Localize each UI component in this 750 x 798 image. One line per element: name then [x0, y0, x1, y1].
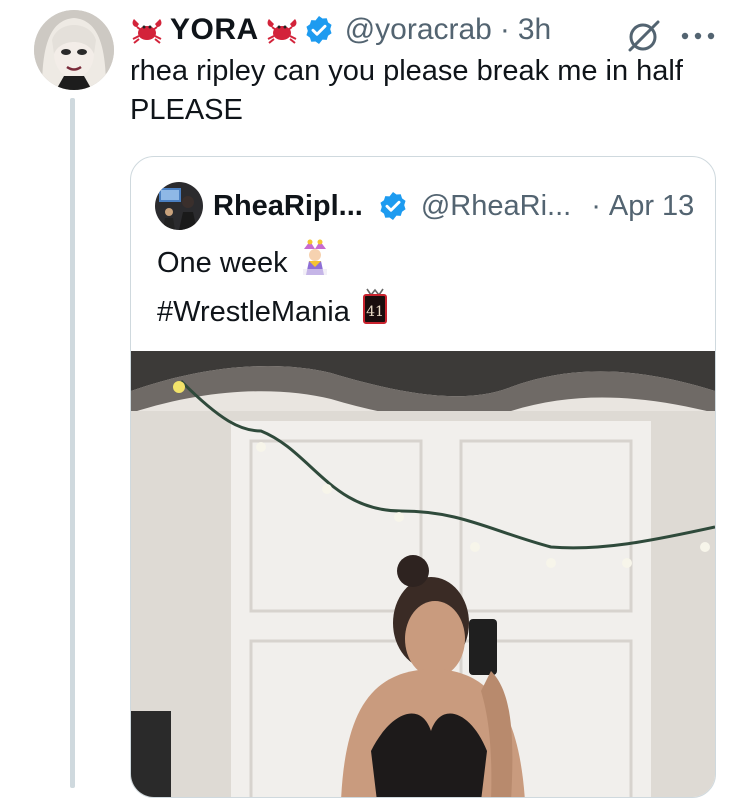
quoted-tweet-header: RheaRipl... @RheaRi... · Apr 13 — [155, 182, 694, 230]
tweet-header: YORA @yoracrab · 3h — [130, 8, 551, 52]
quoted-tweet-photo[interactable] — [131, 351, 715, 797]
wrestlemania-badge-number: 41 — [366, 304, 384, 320]
separator-dot: · — [591, 189, 601, 222]
more-options-icon[interactable] — [680, 28, 716, 40]
tweet-time[interactable]: 3h — [518, 13, 551, 47]
tweet-text-line: rhea ripley can you please break me in h… — [130, 55, 683, 87]
verified-badge-icon[interactable] — [303, 14, 335, 46]
wrestlemania-41-icon: 41 — [362, 287, 388, 337]
tweet-text: rhea ripley can you please break me in h… — [130, 52, 730, 130]
verified-badge-icon[interactable] — [377, 190, 409, 222]
jester-emoji-icon — [300, 239, 330, 287]
quoted-hashtag[interactable]: #WrestleMania — [157, 291, 350, 333]
crab-emoji-icon — [130, 15, 164, 45]
quoted-text-line: One week — [157, 247, 288, 279]
separator-dot: · — [499, 13, 510, 46]
quoted-author-name[interactable]: RheaRipl... — [213, 190, 363, 223]
crab-emoji-icon — [265, 15, 299, 45]
grok-icon[interactable] — [624, 16, 662, 54]
author-handle[interactable]: @yoracrab — [345, 13, 492, 47]
author-avatar[interactable] — [34, 10, 114, 90]
quoted-tweet-card[interactable]: RheaRipl... @RheaRi... · Apr 13 One week — [130, 156, 716, 798]
quoted-tweet-text: One week #WrestleMania 41 — [157, 239, 388, 337]
tweet-text-line: PLEASE — [130, 94, 243, 126]
author-name[interactable]: YORA — [170, 13, 259, 47]
quoted-tweet-date[interactable]: Apr 13 — [609, 190, 694, 223]
quoted-author-avatar[interactable] — [155, 182, 203, 230]
quoted-author-handle[interactable]: @RheaRi... — [421, 190, 571, 223]
thread-line — [70, 98, 75, 788]
